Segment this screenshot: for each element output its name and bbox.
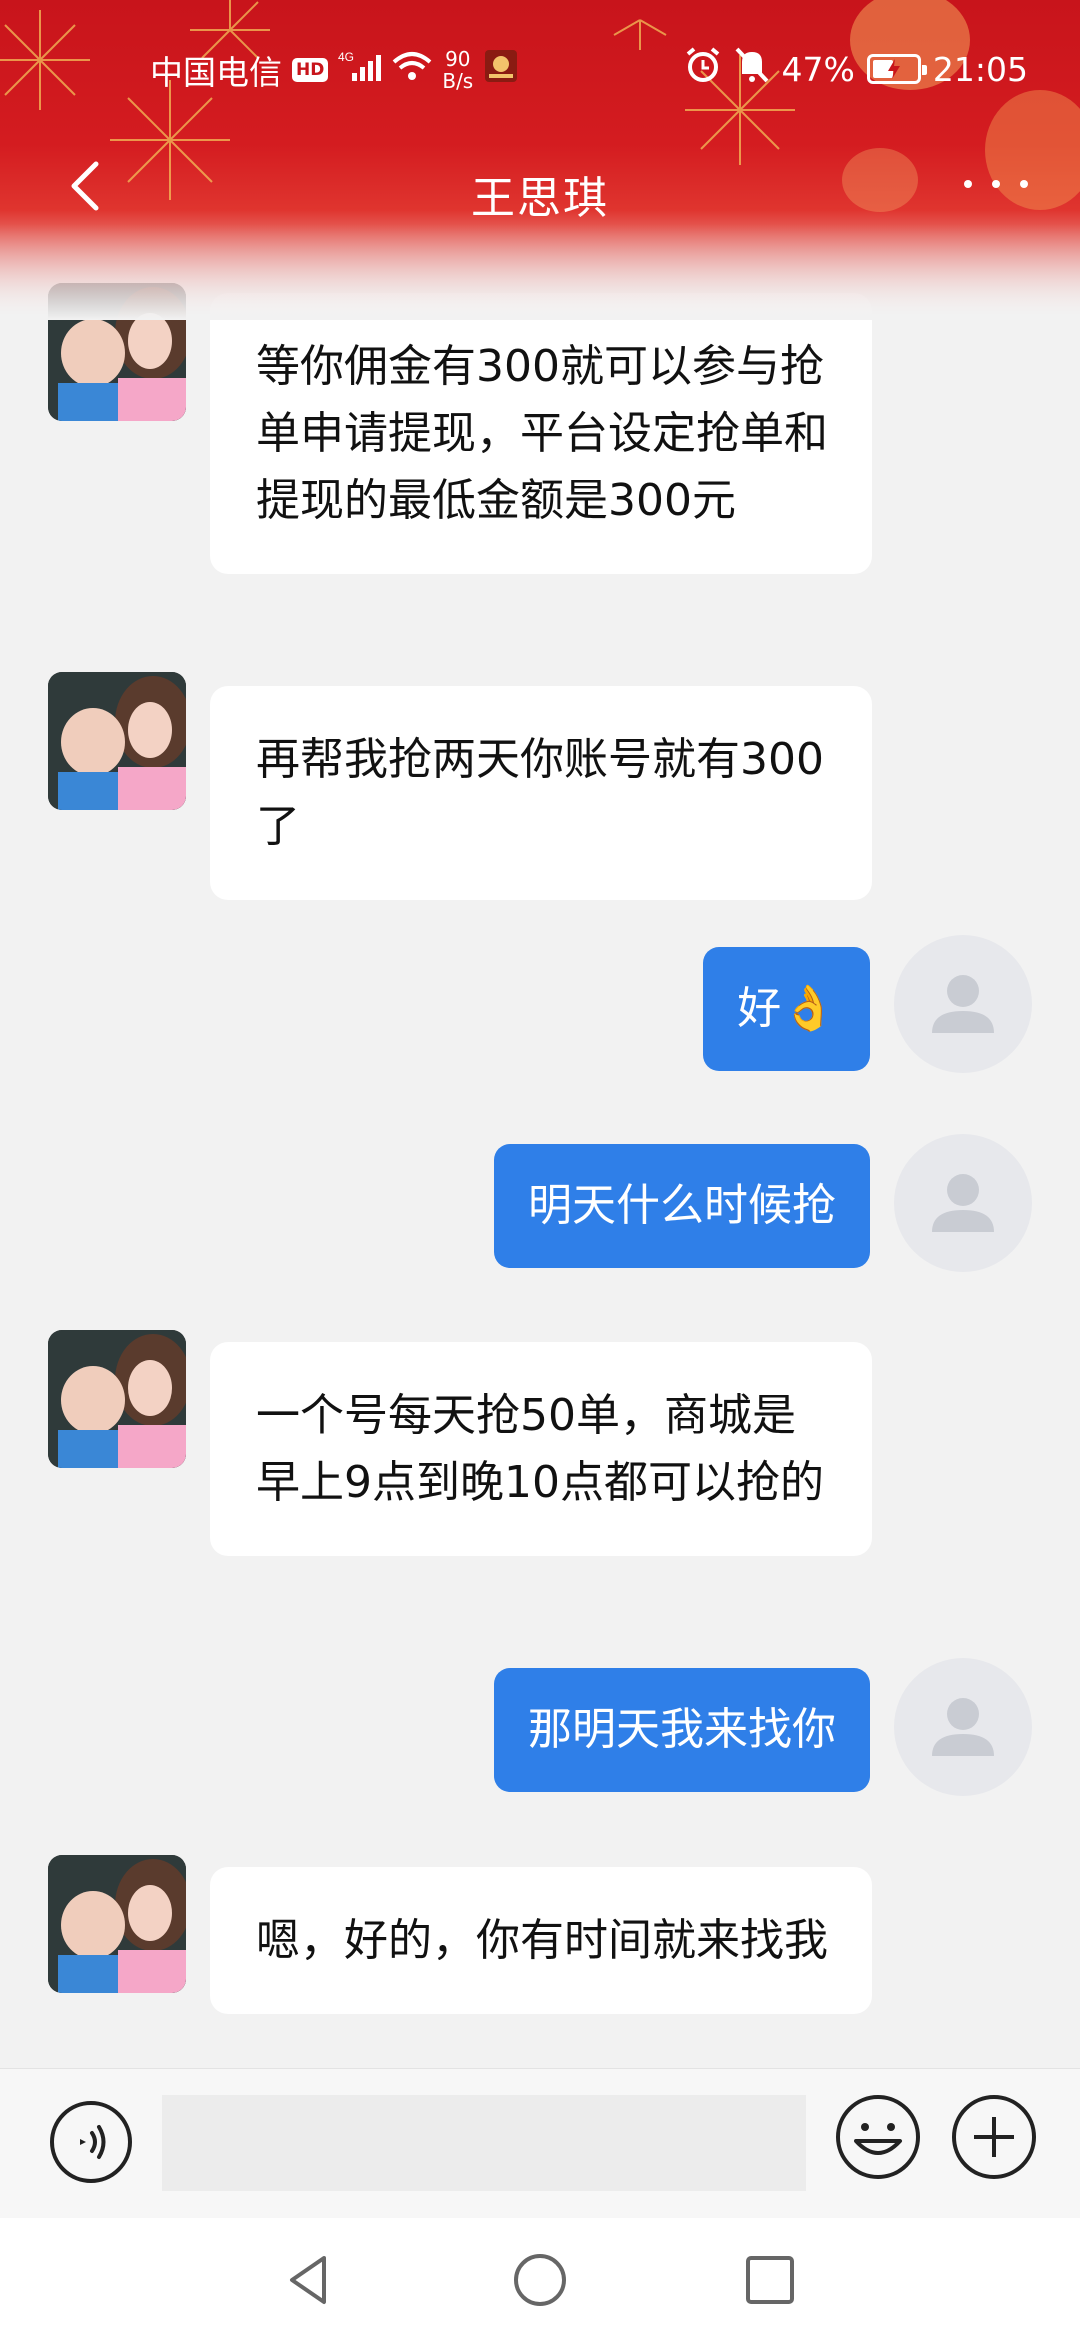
user-avatar[interactable] <box>894 935 1032 1073</box>
status-bar: 中国电信 HD 4G 90 B/s 47% 21:05 <box>0 38 1080 98</box>
square-recent-icon <box>746 2256 794 2304</box>
mute-icon <box>734 46 770 92</box>
network-type: 4G <box>338 50 354 64</box>
voice-button[interactable] <box>48 2099 134 2185</box>
contact-avatar[interactable] <box>48 1855 186 1993</box>
clock: 21:05 <box>932 49 1028 89</box>
nav-recent-button[interactable] <box>740 2250 800 2310</box>
system-nav-bar <box>0 2218 1080 2340</box>
emoji-button[interactable] <box>834 2093 922 2181</box>
battery-icon <box>866 54 927 84</box>
message-bubble: 明天什么时候抢 <box>494 1144 870 1268</box>
message-bubble: 再帮我抢两天你账号就有300了 <box>210 686 872 900</box>
nav-back-button[interactable] <box>280 2250 340 2310</box>
wifi-icon <box>392 50 432 90</box>
person-icon <box>932 1698 994 1756</box>
carrier-label: 中国电信 <box>150 53 282 92</box>
person-icon <box>932 1174 994 1232</box>
voice-icon <box>50 2101 132 2183</box>
more-button[interactable] <box>956 164 1036 204</box>
net-speed: 90 B/s <box>442 47 474 93</box>
message-bubble: 等你佣金有300就可以参与抢单申请提现，平台设定抢单和提现的最低金额是300元 <box>210 293 872 574</box>
battery-percent: 47% <box>781 49 855 89</box>
message-bubble: 好👌 <box>703 947 870 1071</box>
message-bubble: 嗯，好的，你有时间就来找我 <box>210 1867 872 2014</box>
message-bubble: 一个号每天抢50单，商城是早上9点到晚10点都可以抢的 <box>210 1342 872 1556</box>
message-input[interactable] <box>162 2095 806 2191</box>
user-avatar[interactable] <box>894 1658 1032 1796</box>
message-bubble: 那明天我来找你 <box>494 1668 870 1792</box>
chat-title: 王思琪 <box>471 173 609 224</box>
input-bar <box>0 2068 1080 2218</box>
emoji-icon <box>836 2095 920 2179</box>
person-icon <box>932 975 994 1033</box>
contact-avatar[interactable] <box>48 1330 186 1468</box>
triangle-back-icon <box>290 2256 326 2304</box>
plus-icon <box>952 2095 1036 2179</box>
contact-avatar[interactable] <box>48 672 186 810</box>
hd-badge: HD <box>292 58 329 82</box>
plus-button[interactable] <box>950 2093 1038 2181</box>
signal-icon: 4G <box>338 49 382 91</box>
nav-home-button[interactable] <box>510 2250 570 2310</box>
app-notification-icon <box>483 48 519 92</box>
more-dots-icon <box>964 180 972 188</box>
user-avatar[interactable] <box>894 1134 1032 1272</box>
circle-home-icon <box>514 2254 566 2306</box>
title-bar: 王思琪 <box>0 150 1080 230</box>
alarm-icon <box>684 46 722 92</box>
